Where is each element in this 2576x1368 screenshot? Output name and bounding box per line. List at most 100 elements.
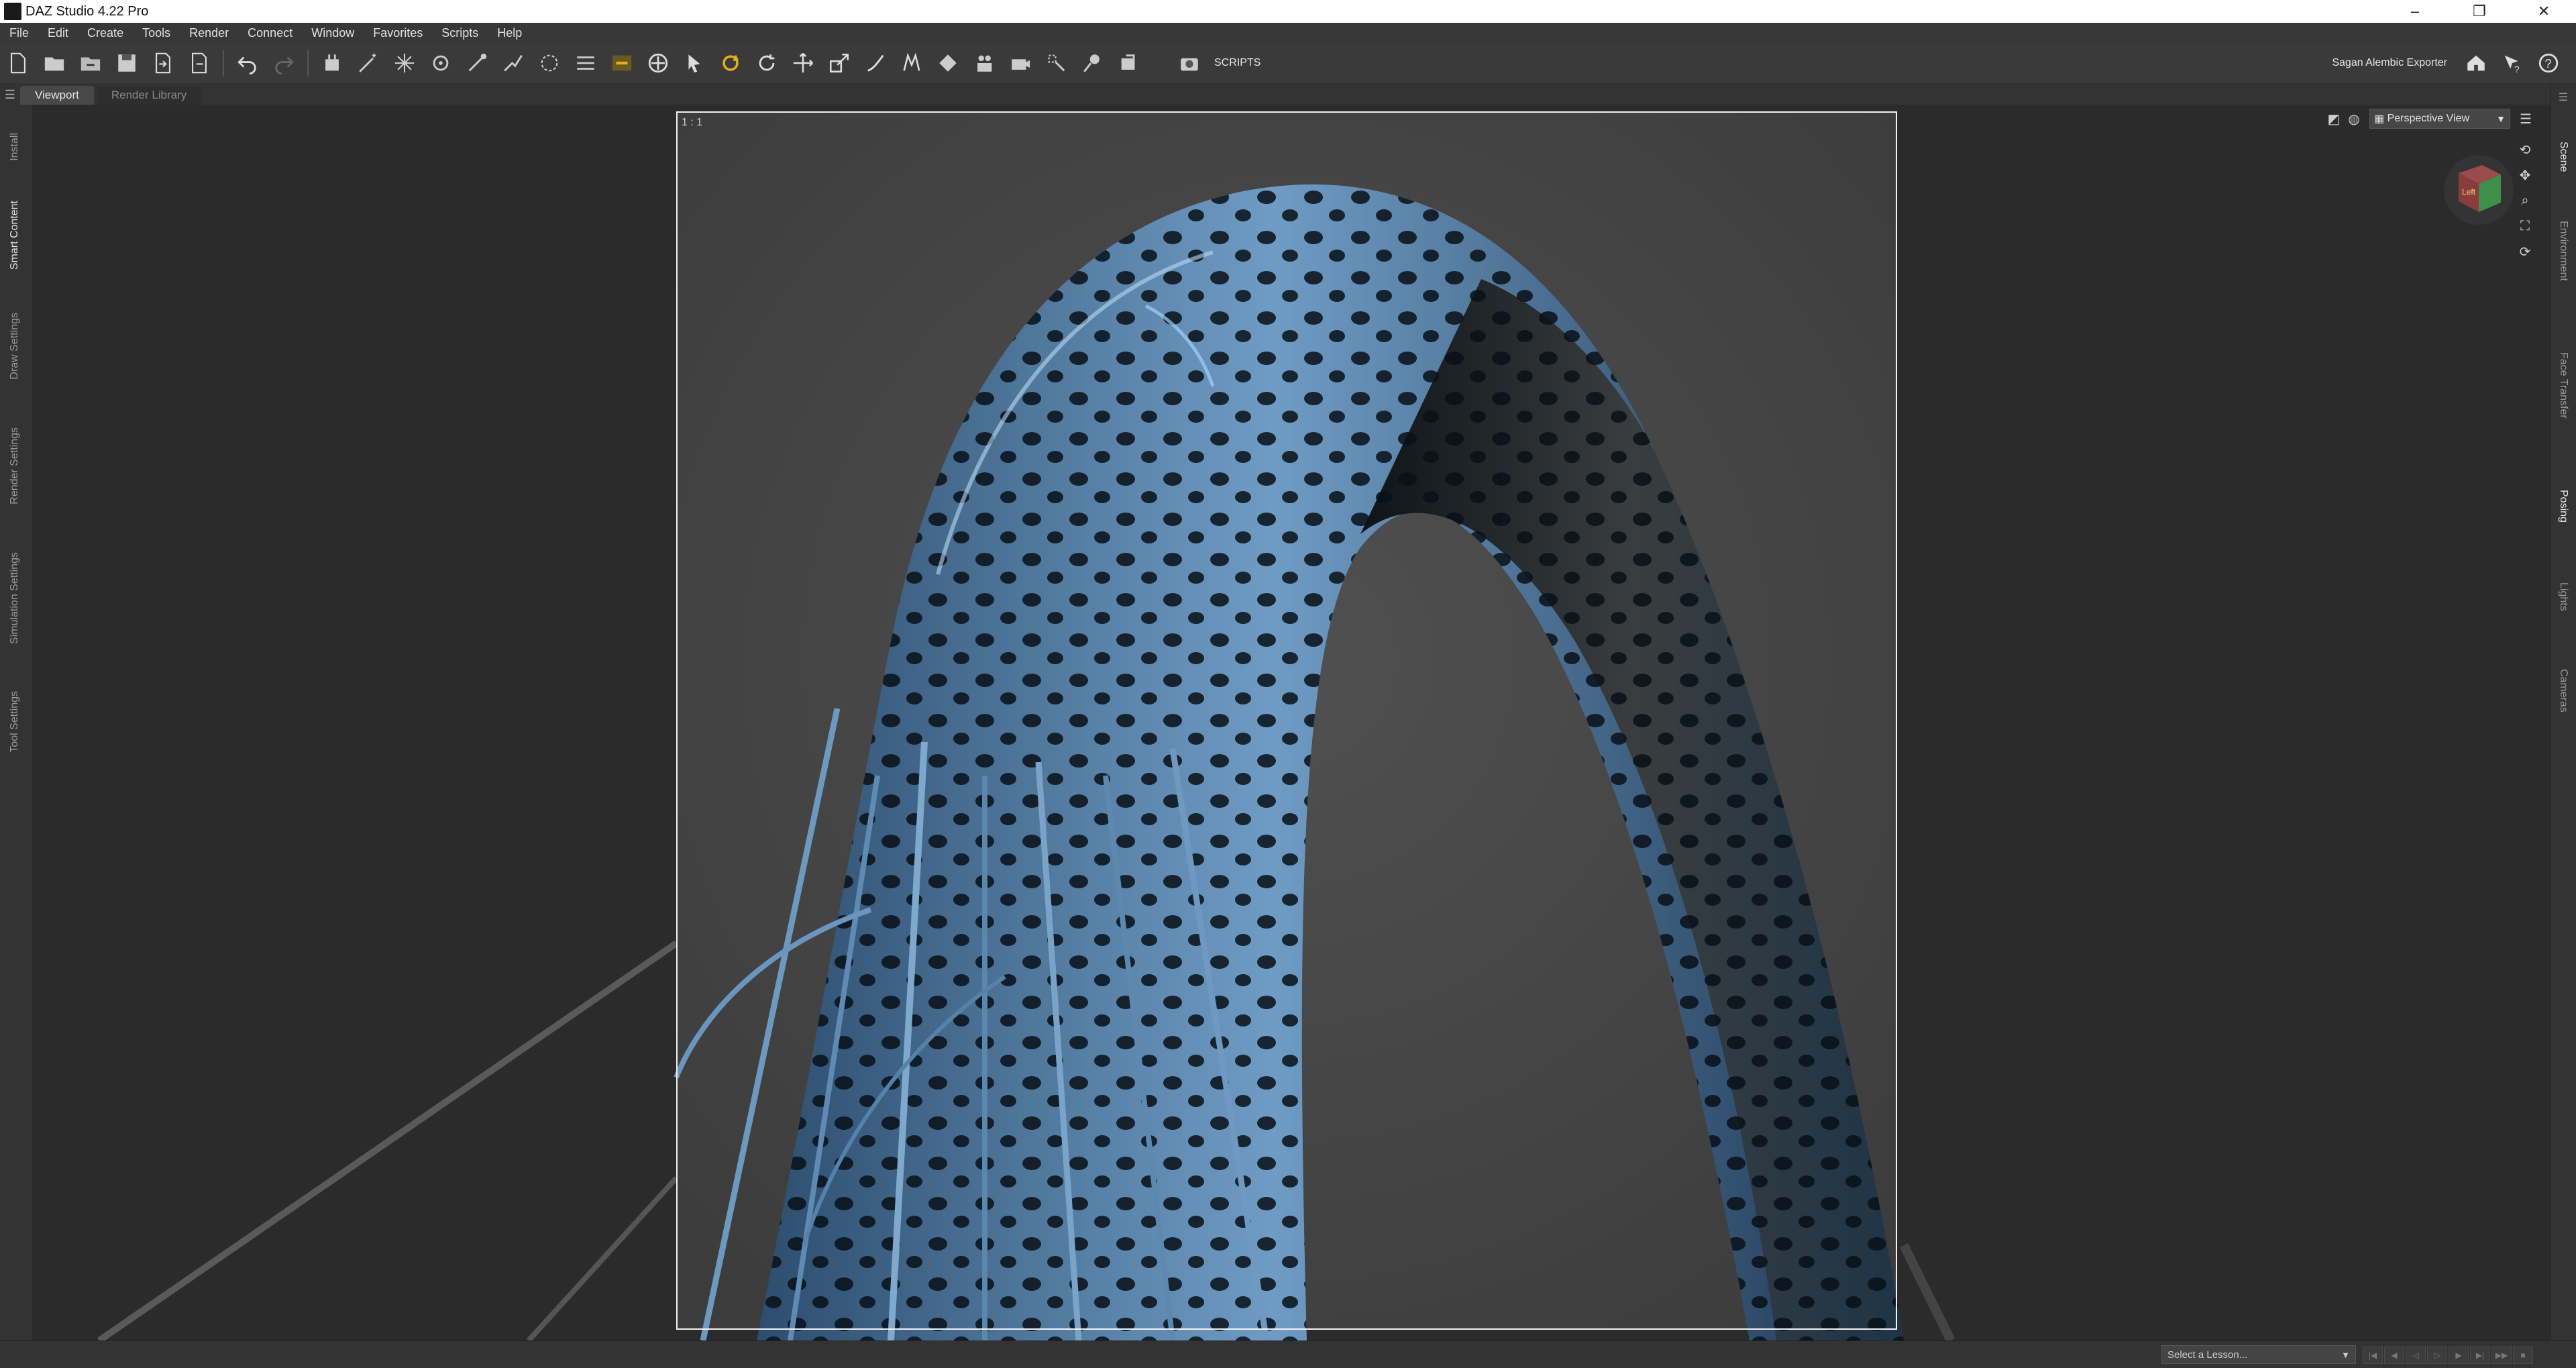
viewport-menu-icon[interactable]: ☰ — [2516, 109, 2536, 129]
node-weight-brush-icon[interactable] — [861, 48, 890, 78]
menu-file[interactable]: File — [0, 26, 38, 40]
menu-help[interactable]: Help — [488, 26, 531, 40]
tab-smart-content-label: Smart Content — [9, 201, 20, 270]
save-icon[interactable] — [112, 48, 142, 78]
svg-text:?: ? — [2544, 56, 2551, 70]
menu-render[interactable]: Render — [180, 26, 238, 40]
menu-create[interactable]: Create — [78, 26, 133, 40]
left-pane-tabs: Install Smart Content Draw Settings Rend… — [0, 105, 33, 1340]
menu-favorites[interactable]: Favorites — [364, 26, 432, 40]
tab-environment[interactable]: Environment — [2553, 204, 2573, 298]
tab-posing[interactable]: Posing — [2553, 466, 2573, 546]
daz-logo-icon — [4, 3, 21, 20]
tab-render-library[interactable]: Render Library — [96, 86, 202, 105]
menu-tools[interactable]: Tools — [133, 26, 180, 40]
menu-edit[interactable]: Edit — [38, 26, 78, 40]
tab-draw-settings-label: Draw Settings — [9, 313, 20, 380]
tab-draw-settings[interactable]: Draw Settings — [4, 299, 25, 393]
right-panel-menu-icon[interactable]: ☰ — [2553, 89, 2573, 106]
pan-icon[interactable]: ✥ — [2515, 165, 2535, 185]
open-folder-icon[interactable] — [40, 48, 69, 78]
undo-icon[interactable] — [233, 48, 262, 78]
redo-icon[interactable] — [269, 48, 299, 78]
translate-tool-icon[interactable] — [788, 48, 818, 78]
tab-posing-label: Posing — [2558, 489, 2569, 523]
new-scene-icon[interactable] — [3, 48, 33, 78]
sagan-exporter-button[interactable]: Sagan Alembic Exporter — [2332, 57, 2447, 69]
lesson-step-forward-button[interactable]: ▷ — [2427, 1347, 2447, 1364]
node-selection-icon[interactable] — [317, 48, 347, 78]
figure-group-icon[interactable] — [969, 48, 999, 78]
figure-setup-icon[interactable] — [897, 48, 926, 78]
menu-scripts[interactable]: Scripts — [432, 26, 488, 40]
tab-cameras[interactable]: Cameras — [2553, 647, 2573, 734]
render-icon[interactable] — [1114, 48, 1144, 78]
export-icon[interactable] — [184, 48, 214, 78]
tab-simulation-settings[interactable]: Simulation Settings — [4, 534, 25, 662]
tab-lights[interactable]: Lights — [2553, 560, 2573, 633]
zoom-icon[interactable]: ⌕ — [2515, 191, 2535, 211]
menu-bar: File Edit Create Tools Render Connect Wi… — [0, 23, 2576, 43]
transfer-utility-icon[interactable] — [933, 48, 963, 78]
selection-pointer-icon[interactable] — [680, 48, 709, 78]
lesson-select[interactable]: Select a Lesson... ▼ — [2161, 1345, 2356, 1364]
panel-menu-icon[interactable]: ☰ — [0, 85, 20, 105]
lesson-prev-button[interactable]: ◀ — [2384, 1347, 2404, 1364]
viewport-3d[interactable]: 1 : 1 ◩ ◍ ▦ Perspective View ▼ ☰ Left ⟲ … — [32, 105, 2542, 1340]
spark-tool-icon[interactable] — [390, 48, 419, 78]
tab-simulation-settings-label: Simulation Settings — [9, 551, 20, 644]
universal-wand-icon[interactable] — [354, 48, 383, 78]
rotate-tool-icon[interactable] — [752, 48, 782, 78]
lesson-stop-button[interactable]: ■ — [2513, 1347, 2533, 1364]
whats-this-help-icon[interactable]: ? — [2498, 48, 2527, 78]
restore-button[interactable]: ❐ — [2447, 0, 2512, 23]
view-select[interactable]: ▦ Perspective View ▼ — [2369, 109, 2510, 129]
frame-icon[interactable]: ⛶ — [2515, 216, 2535, 236]
import-icon[interactable] — [148, 48, 178, 78]
tab-smart-content[interactable]: Smart Content — [4, 185, 25, 286]
menu-connect[interactable]: Connect — [238, 26, 302, 40]
lesson-first-button[interactable]: |◀ — [2363, 1347, 2383, 1364]
lesson-play-button[interactable]: ▶▶ — [2491, 1347, 2512, 1364]
lesson-step-back-button[interactable]: ◁ — [2406, 1347, 2426, 1364]
view-select-value: Perspective View — [2387, 113, 2469, 124]
tab-lights-label: Lights — [2558, 582, 2569, 611]
merge-folder-icon[interactable] — [76, 48, 105, 78]
help-icon[interactable]: ? — [2534, 48, 2563, 78]
chevron-down-icon: ▼ — [2341, 1349, 2350, 1360]
geometry-editor-icon[interactable] — [498, 48, 528, 78]
surface-selection-icon[interactable] — [571, 48, 600, 78]
power-pose-icon[interactable] — [462, 48, 492, 78]
tab-face-transfer[interactable]: Face Transfer — [2553, 318, 2573, 452]
tab-install[interactable]: Install — [4, 117, 25, 177]
pin-tool-icon[interactable] — [1078, 48, 1108, 78]
reset-view-icon[interactable]: ⟳ — [2515, 242, 2535, 262]
shading-sphere-icon[interactable]: ◍ — [2344, 109, 2364, 129]
joint-editor-icon[interactable] — [426, 48, 455, 78]
lesson-next-button[interactable]: ▶ — [2449, 1347, 2469, 1364]
home-icon[interactable] — [2461, 48, 2491, 78]
lesson-last-button[interactable]: ▶| — [2470, 1347, 2490, 1364]
screenshot-camera-icon[interactable] — [1175, 48, 1204, 78]
spot-render-icon[interactable] — [1042, 48, 1071, 78]
view-select-icon: ▦ — [2374, 113, 2387, 125]
orbit-icon[interactable]: ⟲ — [2515, 140, 2535, 160]
main-toolbar: SCRIPTS Sagan Alembic Exporter ? ? — [0, 43, 2576, 84]
close-button[interactable]: ✕ — [2512, 0, 2576, 23]
tab-render-settings[interactable]: Render Settings — [4, 412, 25, 519]
navigation-cube[interactable]: Left — [2442, 153, 2516, 227]
region-tool-icon[interactable] — [535, 48, 564, 78]
tab-render-settings-label: Render Settings — [9, 427, 20, 505]
tab-scene[interactable]: Scene — [2553, 117, 2573, 197]
scale-tool-icon[interactable] — [824, 48, 854, 78]
scripts-label[interactable]: SCRIPTS — [1214, 57, 1260, 69]
universal-tool-icon[interactable] — [643, 48, 673, 78]
highlight-tool-icon[interactable] — [607, 48, 637, 78]
draw-style-icon[interactable]: ◩ — [2324, 109, 2344, 129]
menu-window[interactable]: Window — [302, 26, 364, 40]
camera-node-icon[interactable] — [1006, 48, 1035, 78]
tab-tool-settings[interactable]: Tool Settings — [4, 675, 25, 769]
minimize-button[interactable]: – — [2383, 0, 2447, 23]
tab-viewport[interactable]: Viewport — [20, 86, 94, 105]
rotate-active-icon[interactable] — [716, 48, 745, 78]
